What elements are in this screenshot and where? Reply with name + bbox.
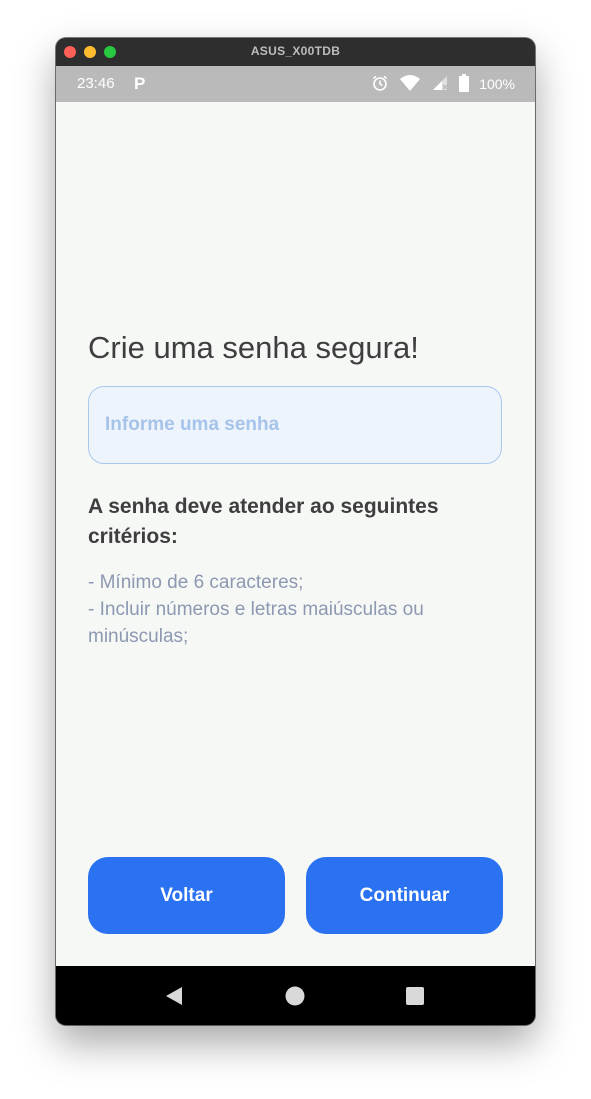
password-input[interactable] [88,386,502,464]
criteria-title: A senha deve atender ao seguintes critér… [88,495,439,548]
battery-icon [459,73,470,95]
window-title: ASUS_X00TDB [250,44,341,58]
wifi-icon [399,74,421,95]
parking-app-icon: P [134,74,146,93]
back-button[interactable]: Voltar [88,857,285,934]
create-password-screen: Crie uma senha segura! A senha deve aten… [56,102,535,966]
page-title: Crie uma senha segura! [88,330,419,365]
home-circle-icon[interactable] [283,984,307,1008]
criteria-item-characters: - Incluir números e letras maiúsculas ou… [88,599,424,647]
emulator-window: ASUS_X00TDB 23:46 P 100% Crie uma senha … [56,38,535,1025]
criteria-item-min-length: - Mínimo de 6 caracteres; [88,572,304,593]
android-nav-bar [56,966,535,1025]
criteria-list: - Mínimo de 6 caracteres; - Incluir núme… [88,569,488,650]
window-titlebar: ASUS_X00TDB [56,38,535,66]
android-status-bar: 23:46 P 100% [56,66,535,102]
continue-button[interactable]: Continuar [306,857,503,934]
back-triangle-icon[interactable] [162,984,186,1008]
battery-percent: 100% [479,76,515,92]
recents-square-icon[interactable] [403,984,427,1008]
signal-icon [431,74,449,95]
status-time: 23:46 [77,75,115,92]
status-icons: 100% [371,73,515,95]
alarm-icon [371,74,389,95]
